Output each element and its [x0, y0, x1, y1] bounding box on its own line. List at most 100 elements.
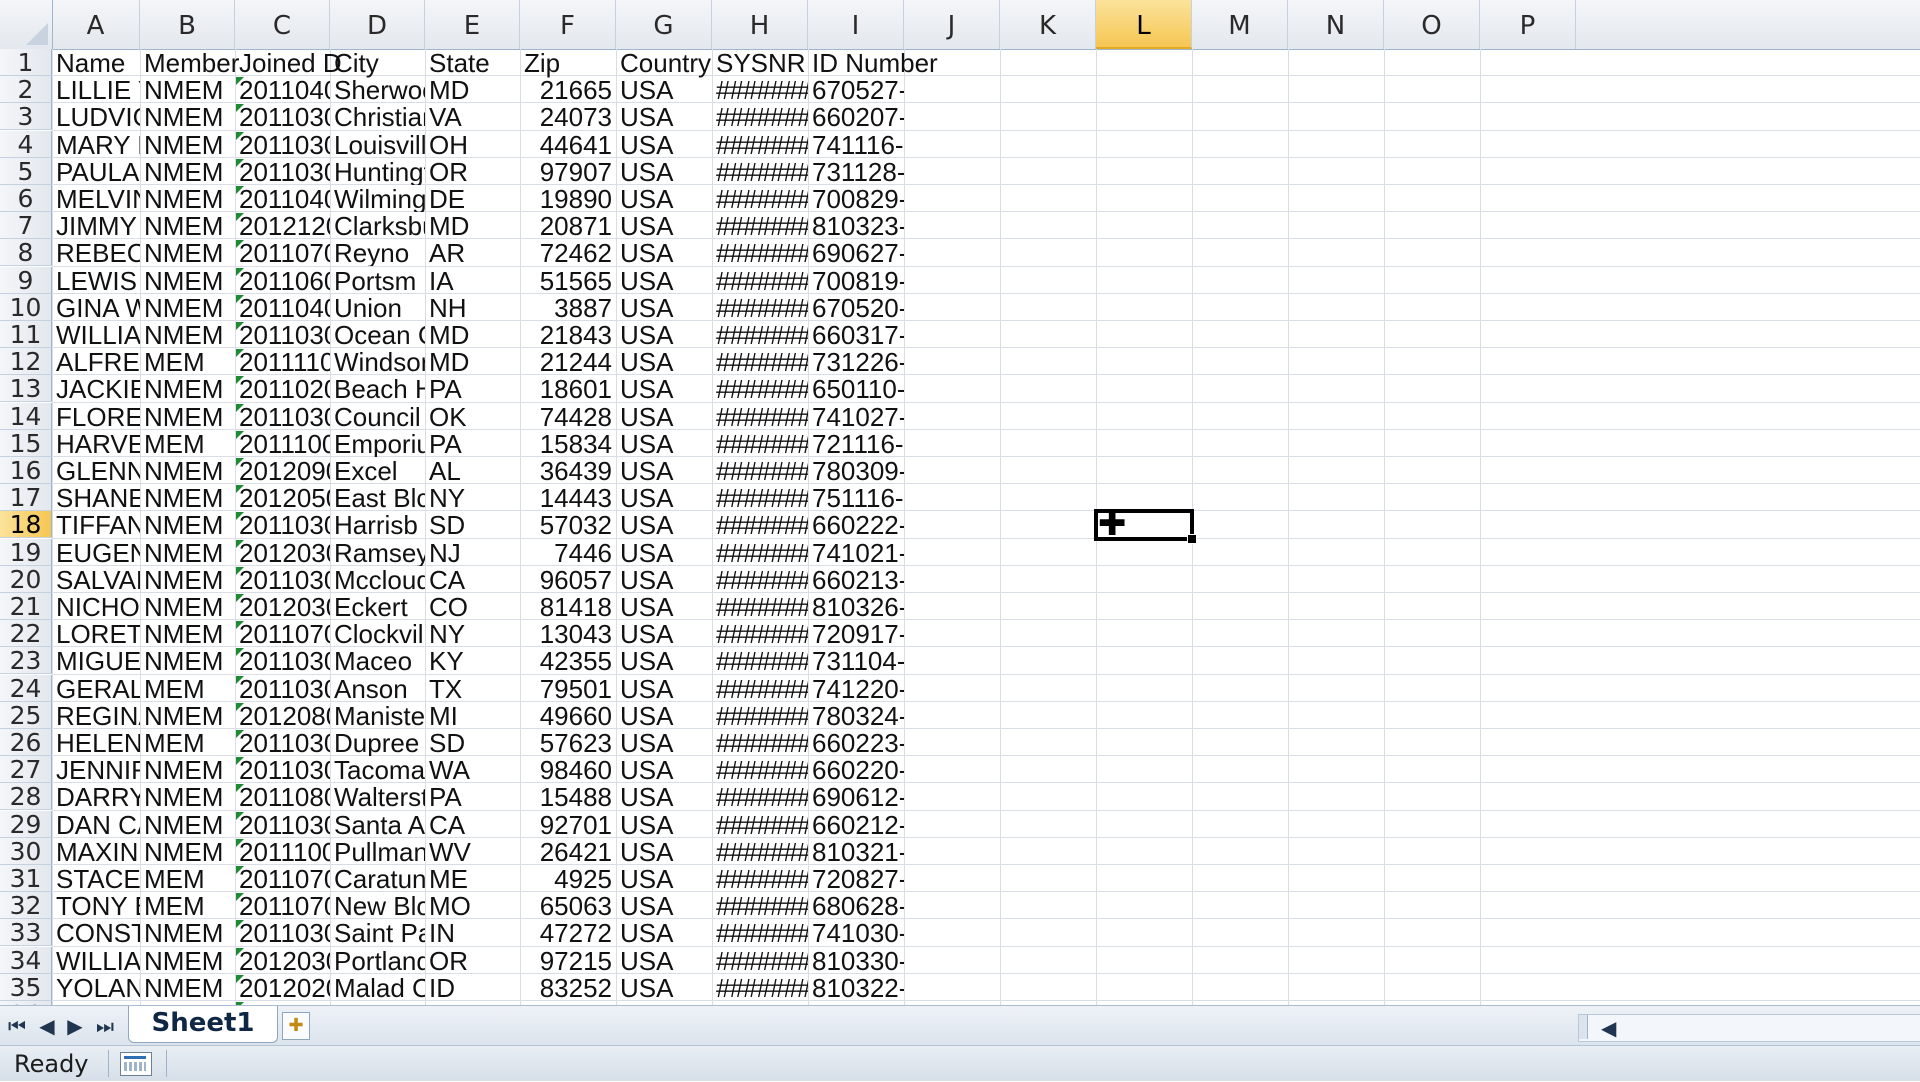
cell-c33[interactable]: 2011030! [235, 919, 330, 946]
cell-h19[interactable]: ######## [712, 539, 808, 566]
cell-a2[interactable]: LILLIE YO [52, 76, 140, 103]
cell-f6[interactable]: 19890 [520, 185, 616, 212]
number-as-text-indicator[interactable] [236, 621, 244, 630]
cell-b9[interactable]: NMEM [140, 267, 235, 294]
cell-h10[interactable]: ######## [712, 294, 808, 321]
cell-c11[interactable]: 2011030£ [235, 321, 330, 348]
cell-e17[interactable]: NY [425, 484, 520, 511]
cell-g3[interactable]: USA [616, 103, 712, 130]
cell-d25[interactable]: Manistee [330, 702, 425, 729]
cell-a21[interactable]: NICHOLA [52, 593, 140, 620]
row-header-30[interactable]: 30 [0, 837, 52, 865]
cell-a18[interactable]: TIFFANY [52, 511, 140, 538]
cell-f10[interactable]: 3887 [520, 294, 616, 321]
cell-a30[interactable]: MAXINE [52, 838, 140, 865]
cell-h2[interactable]: ######## [712, 76, 808, 103]
cell-b6[interactable]: NMEM [140, 185, 235, 212]
number-as-text-indicator[interactable] [236, 485, 244, 494]
cell-h21[interactable]: ######## [712, 593, 808, 620]
cell-e30[interactable]: WV [425, 838, 520, 865]
cell-g35[interactable]: USA [616, 974, 712, 1001]
horizontal-scrollbar[interactable]: ◀ [1578, 1014, 1920, 1042]
cell-d28[interactable]: Walterst [330, 783, 425, 810]
cell-e21[interactable]: CO [425, 593, 520, 620]
cell-f25[interactable]: 49660 [520, 702, 616, 729]
cell-h26[interactable]: ######## [712, 729, 808, 756]
column-header-m[interactable]: M [1192, 0, 1288, 49]
number-as-text-indicator[interactable] [236, 186, 244, 194]
row-header-21[interactable]: 21 [0, 593, 52, 620]
cell-e15[interactable]: PA [425, 430, 520, 457]
first-sheet-icon[interactable]: ⏮ [4, 1012, 30, 1040]
cell-c16[interactable]: 2012090! [235, 457, 330, 484]
cell-d19[interactable]: Ramsey [330, 539, 425, 566]
cell-f2[interactable]: 21665 [520, 76, 616, 103]
cell-h12[interactable]: ######## [712, 348, 808, 375]
column-header-l[interactable]: L [1096, 0, 1192, 49]
cell-i15[interactable]: 721116-7728 [808, 430, 904, 457]
cell-g33[interactable]: USA [616, 919, 712, 946]
cell-d11[interactable]: Ocean Ci [330, 321, 425, 348]
cell-i6[interactable]: 700829-8432 [808, 185, 904, 212]
cell-b11[interactable]: NMEM [140, 321, 235, 348]
cell-c29[interactable]: 2011030! [235, 811, 330, 838]
cell-c34[interactable]: 2012030! [235, 947, 330, 974]
cell-h24[interactable]: ######## [712, 675, 808, 702]
cell-e22[interactable]: NY [425, 620, 520, 647]
number-as-text-indicator[interactable] [236, 838, 244, 847]
cell-i16[interactable]: 780309-6400 [808, 457, 904, 484]
cell-c23[interactable]: 20110301 [235, 647, 330, 674]
cell-c1[interactable]: Joined D [235, 49, 342, 77]
cell-a15[interactable]: HARVEY [52, 430, 140, 457]
cell-f31[interactable]: 4925 [520, 865, 616, 892]
number-as-text-indicator[interactable] [236, 512, 244, 521]
column-header-h[interactable]: H [712, 0, 808, 49]
cell-c31[interactable]: 2011070! [235, 865, 330, 892]
cell-f21[interactable]: 81418 [520, 593, 616, 620]
number-as-text-indicator[interactable] [236, 594, 244, 602]
cell-c7[interactable]: 2012120. [235, 212, 330, 239]
cell-e29[interactable]: CA [425, 811, 520, 838]
cell-e10[interactable]: NH [425, 294, 520, 321]
row-header-9[interactable]: 9 [0, 266, 52, 294]
cell-g4[interactable]: USA [616, 131, 712, 158]
cell-g28[interactable]: USA [616, 783, 712, 810]
cell-h14[interactable]: ######## [712, 403, 808, 430]
cell-e6[interactable]: DE [425, 185, 520, 212]
cell-d27[interactable]: Tacoma [330, 756, 425, 783]
cell-d3[interactable]: Christian [330, 103, 425, 130]
cell-c5[interactable]: 2011030² [235, 158, 330, 185]
cell-a26[interactable]: HELEN BI [52, 729, 140, 756]
cell-e2[interactable]: MD [425, 76, 520, 103]
cell-g19[interactable]: USA [616, 539, 712, 566]
cell-e35[interactable]: ID [425, 974, 520, 1001]
cell-i12[interactable]: 731226-3359 [808, 348, 904, 375]
cell-h5[interactable]: ######## [712, 158, 808, 185]
cell-d30[interactable]: Pullman [330, 838, 425, 865]
cell-i7[interactable]: 810323-1988 [808, 212, 904, 239]
cell-a25[interactable]: REGINAL [52, 702, 140, 729]
cell-a9[interactable]: LEWIS CL [52, 267, 140, 294]
cell-b1[interactable]: Member [140, 49, 239, 77]
cell-e34[interactable]: OR [425, 947, 520, 974]
cell-a17[interactable]: SHANE M [52, 484, 140, 511]
cell-b31[interactable]: MEM [140, 865, 235, 892]
number-as-text-indicator[interactable] [236, 240, 244, 249]
cell-a6[interactable]: MELVIN I [52, 185, 140, 212]
column-header-e[interactable]: E [425, 0, 520, 49]
number-as-text-indicator[interactable] [236, 131, 244, 140]
cell-h7[interactable]: ######## [712, 212, 808, 239]
cell-g29[interactable]: USA [616, 811, 712, 838]
cell-c28[interactable]: 2011080! [235, 783, 330, 810]
cell-h1[interactable]: SYSNR [712, 49, 808, 77]
cell-c22[interactable]: 2011070. [235, 620, 330, 647]
cell-f30[interactable]: 26421 [520, 838, 616, 865]
cell-b3[interactable]: NMEM [140, 103, 235, 130]
cell-a11[interactable]: WILLIAM [52, 321, 140, 348]
cell-g7[interactable]: USA [616, 212, 712, 239]
cell-i34[interactable]: 810330-4061 [808, 947, 904, 974]
cell-h30[interactable]: ######## [712, 838, 808, 865]
cell-b2[interactable]: NMEM [140, 76, 235, 103]
cell-i25[interactable]: 780324-3942 [808, 702, 904, 729]
cell-c20[interactable]: 2011030. [235, 566, 330, 593]
